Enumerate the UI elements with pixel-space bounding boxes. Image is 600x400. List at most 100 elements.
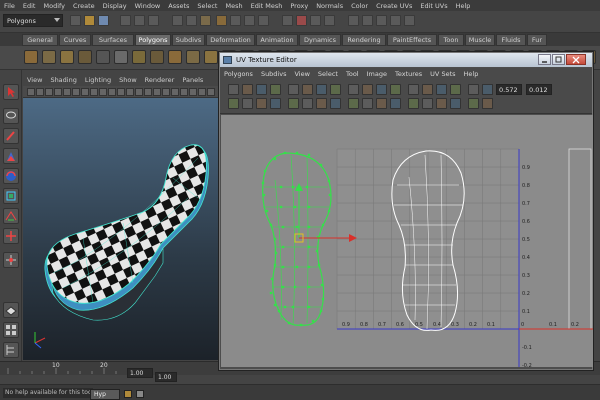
rotate-tool-icon[interactable] [3,168,19,184]
uv-menu-help[interactable]: Help [460,70,483,78]
uv-menu-subdivs[interactable]: Subdivs [257,70,291,78]
checker-icon[interactable] [316,98,327,109]
close-button[interactable] [566,54,586,65]
poly-cube-icon[interactable] [42,50,56,64]
rotate-cw-icon[interactable] [362,84,373,95]
uv-menu-textures[interactable]: Textures [391,70,426,78]
scale-tool-icon[interactable] [3,188,19,204]
menu-edit-mesh[interactable]: Edit Mesh [247,2,287,10]
hypershade-taskbar-button[interactable]: Hyp [90,389,120,400]
shelf-tab-subdivs[interactable]: Subdivs [172,34,205,46]
poly-prism-icon[interactable] [132,50,146,64]
tool-settings-icon[interactable] [404,15,415,26]
grid-icon[interactable] [63,88,71,96]
viewport-menu-shading[interactable]: Shading [46,76,80,84]
shelf-tab-fluids[interactable]: Fluids [496,34,526,46]
image-range-icon[interactable] [468,98,479,109]
uv-scale-icon[interactable] [270,84,281,95]
points-icon[interactable] [162,88,170,96]
menu-display[interactable]: Display [99,2,131,10]
flat-shade-icon[interactable] [144,88,152,96]
pixel-snap-icon[interactable] [362,98,373,109]
uv-menu-tool[interactable]: Tool [342,70,363,78]
uv-lattice-icon[interactable] [302,84,313,95]
uv-smudge-icon[interactable] [288,84,299,95]
select-object-icon[interactable] [134,15,145,26]
unfold-icon[interactable] [228,98,239,109]
minimize-button[interactable] [538,54,551,65]
uv-shell-selected[interactable] [261,151,332,327]
uv-menu-polygons[interactable]: Polygons [220,70,257,78]
move-tool-icon[interactable] [3,148,19,164]
layout-icon[interactable] [422,84,433,95]
menu-select[interactable]: Select [193,2,221,10]
uv-menu-image[interactable]: Image [363,70,391,78]
shelf-tab-toon[interactable]: Toon [438,34,464,46]
uv-editor-canvas[interactable]: 0.9 0.8 0.7 0.6 0.5 0.4 0.3 0.2 0.1 -0.1 -0.2 0.9 0… [221,115,593,367]
shelf-tab-muscle[interactable]: Muscle [465,34,495,46]
poly-helix-icon[interactable] [186,50,200,64]
isolate-uv-icon[interactable] [376,98,387,109]
flip-v-icon[interactable] [330,84,341,95]
snap-grid-icon[interactable] [216,15,227,26]
outliner-layout-icon[interactable] [3,342,19,358]
xray-icon[interactable] [198,88,206,96]
texture-filter-icon[interactable] [422,98,433,109]
open-scene-icon[interactable] [84,15,95,26]
render-settings-icon[interactable] [324,15,335,26]
reset-view-icon[interactable] [482,98,493,109]
menu-mesh[interactable]: Mesh [221,2,246,10]
select-tool-icon[interactable] [3,84,19,100]
shelf-tab-rendering[interactable]: Rendering [342,34,386,46]
lights-icon[interactable] [180,88,188,96]
u-value-field[interactable]: 0.572 [496,84,522,95]
paint-select-tool-icon[interactable] [3,128,19,144]
menu-color[interactable]: Color [347,2,372,10]
menu-modify[interactable]: Modify [39,2,69,10]
bounding-box-icon[interactable] [153,88,161,96]
menu-help[interactable]: Help [452,2,475,10]
lock-selection-icon[interactable] [200,15,211,26]
range-end-field[interactable]: 1.00 [155,372,177,382]
shelf-tab-painteffects[interactable]: PaintEffects [387,34,437,46]
shelf-tab-animation[interactable]: Animation [256,34,298,46]
texture-borders-icon[interactable] [348,98,359,109]
universal-manipulator-icon[interactable] [3,208,19,224]
menu-proxy[interactable]: Proxy [286,2,312,10]
menu-assets[interactable]: Assets [164,2,193,10]
flip-u-icon[interactable] [316,84,327,95]
viewport-menu-lighting[interactable]: Lighting [81,76,115,84]
help-line-icon[interactable] [362,15,373,26]
single-perspective-layout-icon[interactable] [3,302,19,318]
camera-attributes-icon[interactable] [36,88,44,96]
safe-title-icon[interactable] [117,88,125,96]
menu-edit[interactable]: Edit [19,2,40,10]
smooth-shade-icon[interactable] [135,88,143,96]
camera-select-icon[interactable] [27,88,35,96]
rgb-channel-icon[interactable] [436,98,447,109]
move-sew-icon[interactable] [408,84,419,95]
new-scene-icon[interactable] [70,15,81,26]
isolate-select-icon[interactable] [207,88,215,96]
snap-curve-icon[interactable] [230,15,241,26]
menu-file[interactable]: File [0,2,19,10]
gate-mask-icon[interactable] [90,88,98,96]
snapshot-icon[interactable] [270,98,281,109]
safe-action-icon[interactable] [108,88,116,96]
bookmark-icon[interactable] [45,88,53,96]
shadows-icon[interactable] [189,88,197,96]
uv-move-icon[interactable] [242,84,253,95]
ipr-render-icon[interactable] [310,15,321,26]
rotate-ccw-icon[interactable] [348,84,359,95]
cut-uv-icon[interactable] [376,84,387,95]
align-max-v-icon[interactable] [482,84,493,95]
sew-uv-icon[interactable] [390,84,401,95]
uv-rotate-icon[interactable] [256,84,267,95]
attribute-editor-icon[interactable] [390,15,401,26]
menu-window[interactable]: Window [131,2,165,10]
resolution-gate-icon[interactable] [81,88,89,96]
poly-pipe-icon[interactable] [168,50,182,64]
poly-cone-icon[interactable] [78,50,92,64]
shelf-tab-fur[interactable]: Fur [527,34,547,46]
frame-selected-icon[interactable] [408,98,419,109]
